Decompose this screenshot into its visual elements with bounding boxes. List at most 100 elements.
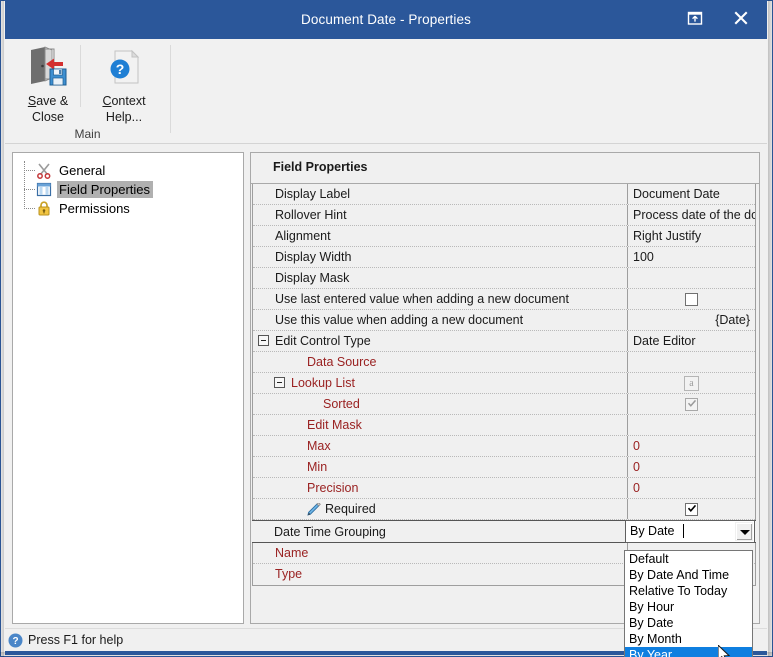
property-value[interactable]: [627, 415, 755, 435]
svg-text:?: ?: [12, 636, 18, 647]
ribbon-group-label: Main: [74, 127, 101, 141]
sidebar-item-label: Permissions: [59, 201, 130, 216]
text-caret: [683, 524, 684, 538]
property-name: Max: [307, 439, 331, 453]
property-name: Edit Mask: [307, 418, 362, 432]
date-time-grouping-combobox[interactable]: By Date: [625, 520, 755, 543]
save-and-close-button[interactable]: Save & Close: [13, 45, 83, 125]
save-and-close-icon: [13, 45, 83, 91]
dropdown-option-by-date-and-time[interactable]: By Date And Time: [625, 567, 752, 583]
close-icon: [734, 11, 748, 25]
table-grid-icon: [35, 181, 53, 198]
property-value[interactable]: 0: [627, 457, 755, 477]
table-row[interactable]: Required: [253, 499, 755, 520]
dropdown-option-default[interactable]: Default: [625, 551, 752, 567]
sidebar-item-field-properties[interactable]: Field Properties: [35, 180, 154, 199]
property-name: Edit Control Type: [275, 334, 371, 348]
property-value[interactable]: [627, 352, 755, 372]
property-value[interactable]: [627, 268, 755, 288]
table-row[interactable]: Display Width 100: [253, 247, 755, 268]
property-name: Lookup List: [291, 376, 355, 390]
window-title: Document Date - Properties: [301, 12, 471, 27]
close-window-button[interactable]: [727, 10, 755, 32]
table-row[interactable]: Use last entered value when adding a new…: [253, 289, 755, 310]
status-message: Press F1 for help: [28, 633, 124, 647]
date-time-grouping-row[interactable]: Date Time Grouping By Date: [252, 520, 756, 543]
table-row[interactable]: Edit Mask: [253, 415, 755, 436]
property-name: Alignment: [275, 229, 331, 243]
application-window: Document Date - Properties Save & Close …: [0, 0, 773, 657]
property-value[interactable]: Process date of the doc: [627, 205, 755, 225]
property-name: Data Source: [307, 355, 377, 369]
table-row[interactable]: Display Label Document Date: [253, 184, 755, 205]
required-checkbox[interactable]: [685, 502, 698, 516]
svg-text:?: ?: [116, 61, 125, 77]
title-bar: Document Date - Properties: [5, 1, 767, 39]
navigation-tree-panel: General Field Properties Permissions: [12, 152, 244, 624]
pencil-icon: [307, 502, 321, 516]
table-row[interactable]: Max 0: [253, 436, 755, 457]
property-grid-box: Display Label Document Date Rollover Hin…: [252, 184, 756, 586]
sidebar-item-general[interactable]: General: [35, 161, 108, 180]
property-name: Display Width: [275, 250, 352, 264]
property-value[interactable]: a: [627, 373, 755, 393]
sidebar-item-label: General: [59, 163, 106, 178]
dropdown-option-relative-to-today[interactable]: Relative To Today: [625, 583, 752, 599]
property-name: Required: [253, 499, 681, 519]
ribbon-divider-1: [80, 45, 81, 107]
ribbon-divider-2: [170, 45, 171, 133]
property-name: Display Mask: [275, 271, 350, 285]
check-icon: [688, 399, 696, 407]
table-row[interactable]: Lookup List a: [253, 373, 755, 394]
property-name: Rollover Hint: [275, 208, 347, 222]
table-row[interactable]: Sorted: [253, 394, 755, 415]
property-name-text: Required: [325, 502, 376, 516]
property-value[interactable]: 100: [627, 247, 755, 267]
property-value[interactable]: [627, 289, 755, 309]
table-row[interactable]: Alignment Right Justify: [253, 226, 755, 247]
property-name: Date Time Grouping: [274, 524, 386, 539]
property-name: Type: [275, 567, 303, 581]
property-grid-header: Field Properties: [251, 153, 759, 184]
restore-window-button[interactable]: [681, 10, 709, 32]
ribbon-group-main: Save & Close ? Context Help... Main: [5, 39, 173, 143]
dropdown-option-by-year[interactable]: By Year: [625, 647, 752, 657]
save-accel-key: S: [27, 94, 37, 108]
table-row[interactable]: Edit Control Type Date Editor: [253, 331, 755, 352]
table-row[interactable]: Rollover Hint Process date of the doc: [253, 205, 755, 226]
property-value[interactable]: {Date}: [627, 310, 755, 330]
context-help-label: Context Help...: [102, 94, 146, 124]
dropdown-option-by-hour[interactable]: By Hour: [625, 599, 752, 615]
combobox-value: By Date: [630, 524, 675, 538]
tree-connector-tick: [24, 208, 35, 209]
page-title: Field Properties: [273, 160, 368, 174]
ribbon-toolbar: Save & Close ? Context Help... Main: [5, 39, 767, 144]
lookup-list-editor-button[interactable]: a: [684, 375, 699, 391]
table-row[interactable]: Data Source: [253, 352, 755, 373]
table-row[interactable]: Precision 0: [253, 478, 755, 499]
scissors-icon: [35, 162, 53, 179]
help-circle-icon: ?: [8, 633, 23, 647]
date-time-grouping-dropdown[interactable]: Default By Date And Time Relative To Tod…: [624, 550, 753, 657]
property-name: Min: [307, 460, 328, 474]
context-help-button[interactable]: ? Context Help...: [89, 45, 159, 125]
sidebar-item-permissions[interactable]: Permissions: [35, 199, 133, 218]
dropdown-option-by-month[interactable]: By Month: [625, 631, 752, 647]
property-value[interactable]: 0: [627, 436, 755, 456]
property-value[interactable]: Date Editor: [627, 331, 755, 351]
table-row[interactable]: Min 0: [253, 457, 755, 478]
property-value[interactable]: Right Justify: [627, 226, 755, 246]
property-value[interactable]: 0: [627, 478, 755, 498]
sidebar-item-label: Field Properties: [57, 181, 154, 198]
table-row[interactable]: Use this value when adding a new documen…: [253, 310, 755, 331]
property-value[interactable]: [627, 499, 755, 519]
dropdown-option-by-date[interactable]: By Date: [625, 615, 752, 631]
property-value[interactable]: Document Date: [627, 184, 755, 204]
property-name: Precision: [307, 481, 359, 495]
table-row[interactable]: Display Mask: [253, 268, 755, 289]
chevron-down-icon[interactable]: [735, 522, 753, 541]
check-icon: [688, 504, 696, 512]
use-last-entered-value-checkbox[interactable]: [685, 292, 698, 306]
property-value[interactable]: [627, 394, 755, 414]
sorted-checkbox: [685, 397, 698, 411]
